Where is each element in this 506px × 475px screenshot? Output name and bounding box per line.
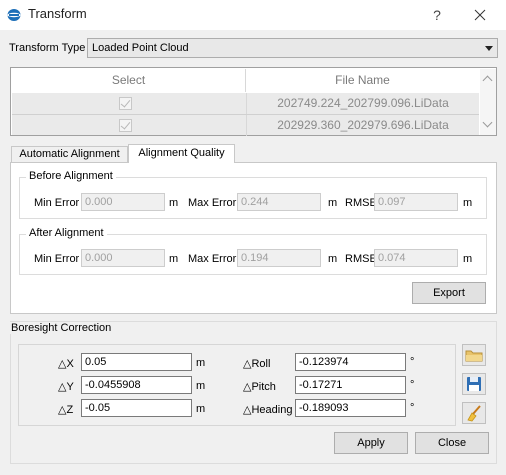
alignment-quality-panel: Before Alignment Min Error 0.000 m Max E…	[10, 162, 497, 314]
degree-unit-label: °	[410, 379, 415, 391]
scroll-up-icon[interactable]	[482, 75, 493, 86]
unit-label: m	[463, 197, 473, 209]
save-icon	[467, 377, 481, 391]
row-file-name: 202749.224_202799.096.LiData	[246, 93, 479, 114]
row-select-checkbox[interactable]	[119, 119, 132, 132]
delta-roll-label: △Roll	[243, 358, 271, 370]
delta-heading-input[interactable]: -0.189093	[295, 399, 406, 417]
delta-x-input[interactable]: 0.05	[81, 353, 192, 371]
boresight-correction-title: Boresight Correction	[9, 322, 114, 334]
delta-heading-label: △Heading	[243, 404, 293, 416]
after-max-error-field: 0.194	[237, 249, 321, 267]
before-rmse-label: RMSE	[345, 197, 377, 209]
delta-z-input[interactable]: -0.05	[81, 399, 192, 417]
before-rmse-field: 0.097	[374, 193, 458, 211]
unit-label: m	[328, 253, 338, 265]
scroll-down-icon[interactable]	[482, 117, 493, 128]
row-file-name: 202929.360_202979.696.LiData	[246, 115, 479, 136]
folder-icon	[465, 350, 483, 362]
unit-label: m	[196, 357, 206, 369]
delta-y-input[interactable]: -0.0455908	[81, 376, 192, 394]
unit-label: m	[169, 253, 179, 265]
close-button[interactable]: Close	[415, 432, 489, 454]
table-row[interactable]: 202929.360_202979.696.LiData	[12, 114, 479, 136]
table-scrollbar[interactable]	[480, 69, 496, 135]
table-row[interactable]: 202749.224_202799.096.LiData	[12, 93, 479, 114]
export-button[interactable]: Export	[412, 282, 486, 304]
delta-pitch-label: △Pitch	[243, 381, 276, 393]
transform-type-dropdown[interactable]: Loaded Point Cloud	[87, 38, 498, 58]
title-bar: Transform ?	[0, 0, 506, 30]
transform-type-label: Transform Type	[9, 42, 86, 54]
before-max-error-field: 0.244	[237, 193, 321, 211]
clear-button[interactable]	[462, 402, 486, 424]
row-select-checkbox[interactable]	[119, 97, 132, 110]
degree-unit-label: °	[410, 402, 415, 414]
tab-automatic-alignment[interactable]: Automatic Alignment	[11, 146, 128, 162]
unit-label: m	[196, 403, 206, 415]
before-min-error-field: 0.000	[81, 193, 165, 211]
column-header-select[interactable]: Select	[12, 69, 245, 92]
unit-label: m	[169, 197, 179, 209]
after-rmse-field: 0.074	[374, 249, 458, 267]
save-button[interactable]	[462, 373, 486, 395]
after-rmse-label: RMSE	[345, 253, 377, 265]
delta-z-label: △Z	[58, 404, 74, 416]
before-min-error-label: Min Error	[34, 197, 80, 209]
app-logo-icon	[7, 9, 21, 21]
delta-x-label: △X	[58, 358, 74, 370]
before-max-error-label: Max Error	[188, 197, 237, 209]
unit-label: m	[463, 253, 473, 265]
delta-roll-input[interactable]: -0.123974	[295, 353, 406, 371]
broom-icon	[467, 405, 481, 422]
file-table: Select File Name 202749.224_202799.096.L…	[10, 67, 497, 136]
after-max-error-label: Max Error	[188, 253, 237, 265]
unit-label: m	[328, 197, 338, 209]
delta-y-label: △Y	[58, 381, 74, 393]
column-header-file-name[interactable]: File Name	[246, 69, 479, 92]
degree-unit-label: °	[410, 356, 415, 368]
delta-pitch-input[interactable]: -0.17271	[295, 376, 406, 394]
after-min-error-label: Min Error	[34, 253, 80, 265]
close-icon[interactable]	[466, 4, 494, 26]
chevron-down-icon	[485, 46, 493, 51]
window-title: Transform	[28, 6, 87, 21]
open-file-button[interactable]	[462, 344, 486, 366]
unit-label: m	[196, 380, 206, 392]
after-min-error-field: 0.000	[81, 249, 165, 267]
tab-alignment-quality[interactable]: Alignment Quality	[128, 144, 235, 163]
apply-button[interactable]: Apply	[334, 432, 408, 454]
before-alignment-title: Before Alignment	[26, 170, 116, 182]
after-alignment-title: After Alignment	[26, 227, 107, 239]
transform-type-value: Loaded Point Cloud	[92, 42, 189, 54]
help-button[interactable]: ?	[425, 4, 449, 26]
